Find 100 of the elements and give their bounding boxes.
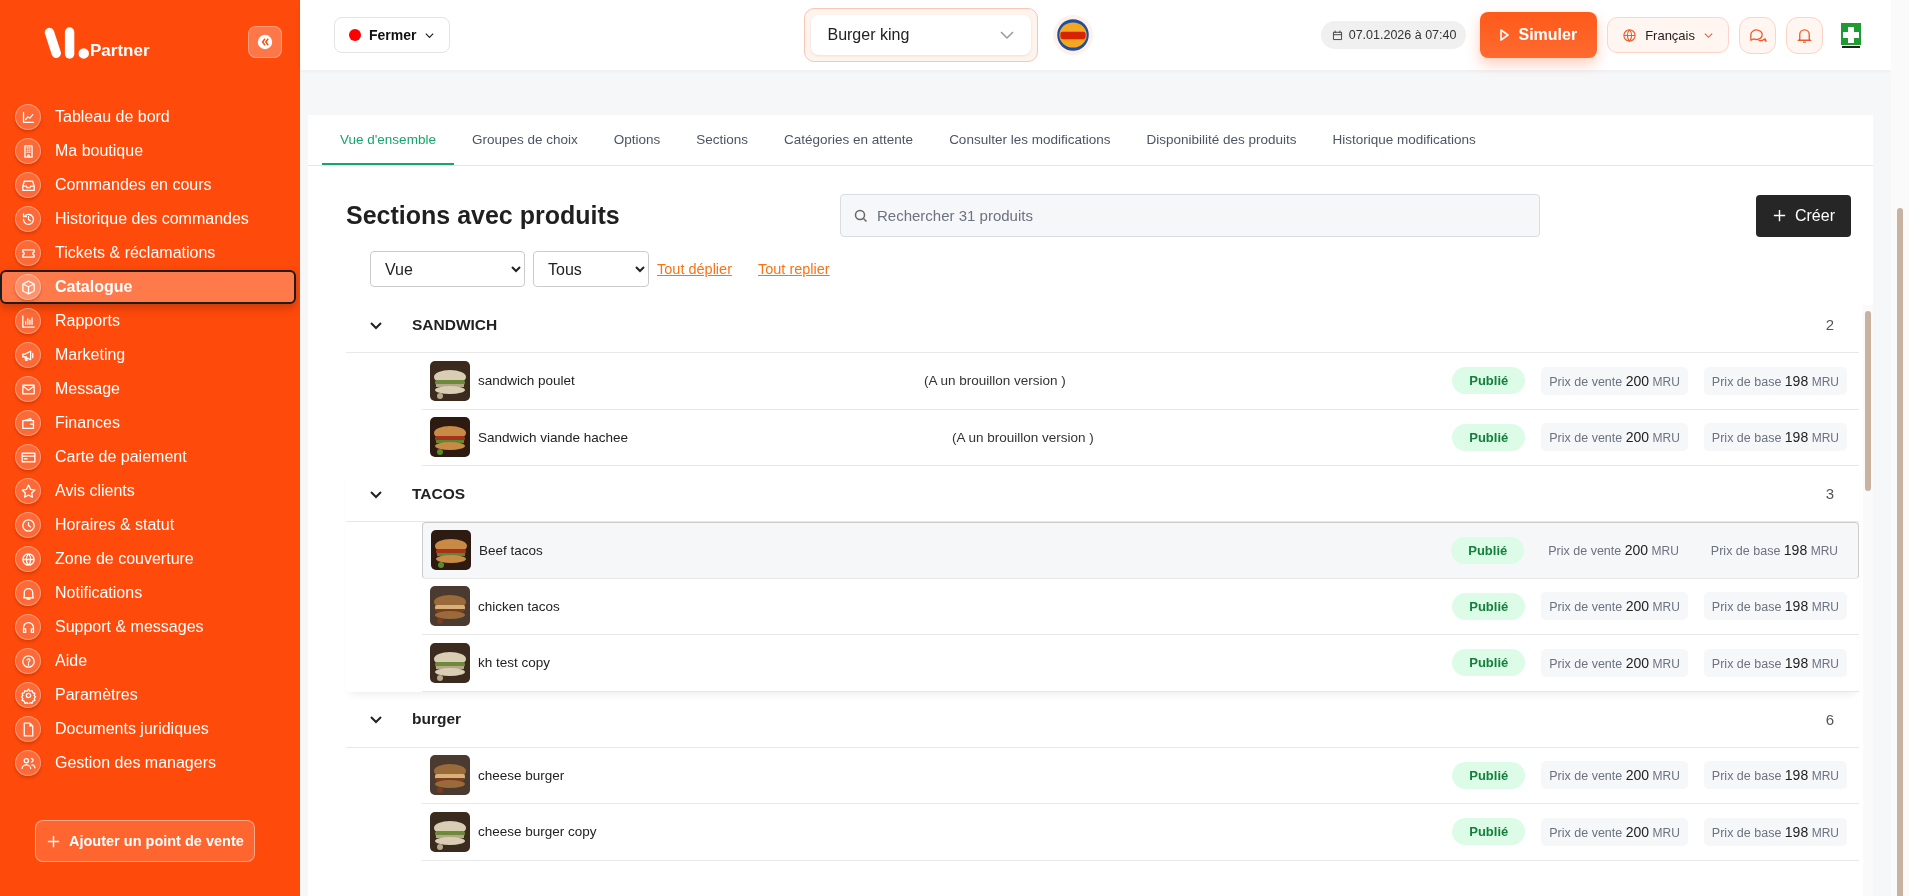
- sidebar-item[interactable]: Ma boutique: [0, 134, 296, 168]
- store-select[interactable]: Burger king: [811, 15, 1032, 55]
- sale-price-tag: Prix de vente 200 MRU: [1541, 592, 1688, 621]
- tab[interactable]: Historique modifications: [1314, 115, 1494, 165]
- sidebar-item[interactable]: Horaires & statut: [0, 508, 296, 542]
- product-count: 6: [1825, 710, 1834, 728]
- product-name: cheese burger copy: [478, 824, 598, 840]
- product-row[interactable]: kh test copy Publié Prix de vente 200 MRU Prix de base 198 MRU: [422, 635, 1859, 692]
- sidebar-item[interactable]: Tableau de bord: [0, 100, 296, 134]
- add-store-button[interactable]: Ajouter un point de vente: [35, 820, 255, 862]
- sidebar-item[interactable]: Rapports: [0, 304, 296, 338]
- sidebar-item[interactable]: Message: [0, 372, 296, 406]
- plus-icon: [1772, 208, 1787, 223]
- notifications-button[interactable]: [1786, 16, 1823, 54]
- product-count: 2: [1825, 316, 1834, 333]
- box-icon: [19, 278, 37, 296]
- base-price-tag: Prix de base 198 MRU: [1703, 423, 1847, 452]
- section-name: TACOS: [412, 484, 466, 503]
- product-name: Beef tacos: [479, 542, 544, 558]
- sale-price-tag: Prix de vente 200 MRU: [1540, 536, 1687, 565]
- calendar-icon: [1330, 28, 1344, 42]
- page-title: Sections avec produits: [346, 201, 621, 230]
- tab[interactable]: Consulter les modifications: [931, 115, 1129, 165]
- product-row[interactable]: cheese burger Publié Prix de vente 200 MRU Prix de base 198 MRU: [422, 747, 1859, 804]
- product-row[interactable]: Sandwich viande hachee (A un brouillon version ) Publié Prix de vente 200 MRU Prix de base 198 MRU: [422, 409, 1859, 466]
- search-field[interactable]: Rechercher 31 produits: [840, 194, 1540, 237]
- tab[interactable]: Options: [595, 115, 679, 165]
- sale-price-tag: Prix de vente 200 MRU: [1541, 761, 1688, 790]
- status-badge: Publié: [1452, 649, 1526, 677]
- scrollbar[interactable]: [1863, 305, 1873, 896]
- sidebar-item[interactable]: Marketing: [0, 338, 296, 372]
- collapse-all-link[interactable]: Tout replier: [757, 261, 830, 277]
- base-price-tag: Prix de base 198 MRU: [1703, 366, 1847, 395]
- product-row[interactable]: sandwich poulet (A un brouillon version ) Publié Prix de vente 200 MRU Prix de base 198 MRU: [422, 353, 1859, 410]
- tab[interactable]: Catégories en attente: [766, 115, 932, 165]
- status-dropdown[interactable]: Fermer: [334, 17, 451, 53]
- base-price-tag: Prix de base 198 MRU: [1702, 536, 1846, 565]
- scrollbar[interactable]: [1891, 0, 1909, 896]
- settings-icon: [19, 686, 37, 704]
- product-count: 3: [1825, 485, 1834, 502]
- product-name: sandwich poulet: [478, 373, 576, 389]
- tab[interactable]: Sections: [678, 115, 767, 165]
- collapse-button[interactable]: [248, 26, 282, 58]
- filter-select[interactable]: Tous: [533, 251, 649, 287]
- search-icon: [853, 208, 869, 224]
- base-price-tag: Prix de base 198 MRU: [1703, 761, 1847, 790]
- sidebar-item[interactable]: Aide: [0, 644, 296, 678]
- chat-button[interactable]: [1739, 16, 1776, 54]
- product-name: chicken tacos: [478, 598, 561, 614]
- section-name: burger: [412, 710, 462, 728]
- expand-all-link[interactable]: Tout déplier: [657, 261, 732, 277]
- sale-price-tag: Prix de vente 200 MRU: [1541, 366, 1688, 395]
- tab[interactable]: Disponibilité des produits: [1128, 115, 1315, 165]
- globe-icon: [1622, 27, 1638, 43]
- sidebar-item[interactable]: Historique des commandes: [0, 202, 296, 236]
- status-badge: Publié: [1451, 536, 1525, 564]
- sidebar-item[interactable]: Finances: [0, 406, 296, 440]
- star-icon: [19, 482, 37, 500]
- sidebar-item[interactable]: Commandes en cours: [0, 168, 296, 202]
- sale-price-tag: Prix de vente 200 MRU: [1541, 817, 1688, 846]
- tab[interactable]: Groupes de choix: [453, 115, 596, 165]
- sidebar-item[interactable]: Tickets & réclamations: [0, 236, 296, 270]
- clock-icon: [19, 516, 37, 534]
- status-badge: Publié: [1452, 367, 1526, 395]
- language-select[interactable]: Français: [1607, 17, 1729, 53]
- brand-name: Partner: [90, 41, 150, 61]
- plus-icon: [46, 833, 61, 849]
- create-button[interactable]: Créer: [1756, 194, 1851, 237]
- burger-logo-icon: [1052, 14, 1095, 56]
- simulate-button[interactable]: Simuler: [1480, 12, 1598, 58]
- status-badge: Publié: [1452, 423, 1526, 451]
- product-row[interactable]: Beef tacos Publié Prix de vente 200 MRU Prix de base 198 MRU: [422, 522, 1859, 579]
- product-name: Sandwich viande hachee: [478, 429, 630, 445]
- globe-icon: [19, 550, 37, 568]
- product-row[interactable]: cheese burger copy Publié Prix de vente 200 MRU Prix de base 198 MRU: [422, 804, 1859, 861]
- product-row[interactable]: chicken tacos Publié Prix de vente 200 MRU Prix de base 198 MRU: [422, 578, 1859, 635]
- sidebar-item[interactable]: Carte de paiement: [0, 440, 296, 474]
- draft-note: (A un brouillon version ): [924, 373, 1066, 389]
- date-badge: 07.01.2026 à 07:40: [1320, 21, 1467, 49]
- sidebar-item[interactable]: Gestion des managers: [0, 746, 296, 780]
- sidebar-item[interactable]: Catalogue: [0, 270, 296, 304]
- sidebar-item[interactable]: Support & messages: [0, 610, 296, 644]
- product-name: cheese burger: [478, 767, 566, 783]
- sale-price-tag: Prix de vente 200 MRU: [1541, 648, 1688, 677]
- sidebar-item[interactable]: Paramètres: [0, 678, 296, 712]
- sidebar-item[interactable]: Documents juridiques: [0, 712, 296, 746]
- view-select[interactable]: Vue: [370, 251, 525, 287]
- bar-chart-icon: [19, 312, 37, 330]
- sale-price-tag: Prix de vente 200 MRU: [1541, 423, 1688, 452]
- status-badge: Publié: [1452, 761, 1526, 789]
- product-name: kh test copy: [478, 655, 552, 671]
- base-price-tag: Prix de base 198 MRU: [1703, 648, 1847, 677]
- status-badge: Publié: [1452, 818, 1526, 846]
- sidebar-item[interactable]: Notifications: [0, 576, 296, 610]
- base-price-tag: Prix de base 198 MRU: [1703, 592, 1847, 621]
- section-name: SANDWICH: [412, 315, 498, 334]
- sidebar-item[interactable]: Zone de couverture: [0, 542, 296, 576]
- sidebar-item[interactable]: Avis clients: [0, 474, 296, 508]
- double-chevron-icon: [257, 34, 273, 50]
- base-price-tag: Prix de base 198 MRU: [1703, 817, 1847, 846]
